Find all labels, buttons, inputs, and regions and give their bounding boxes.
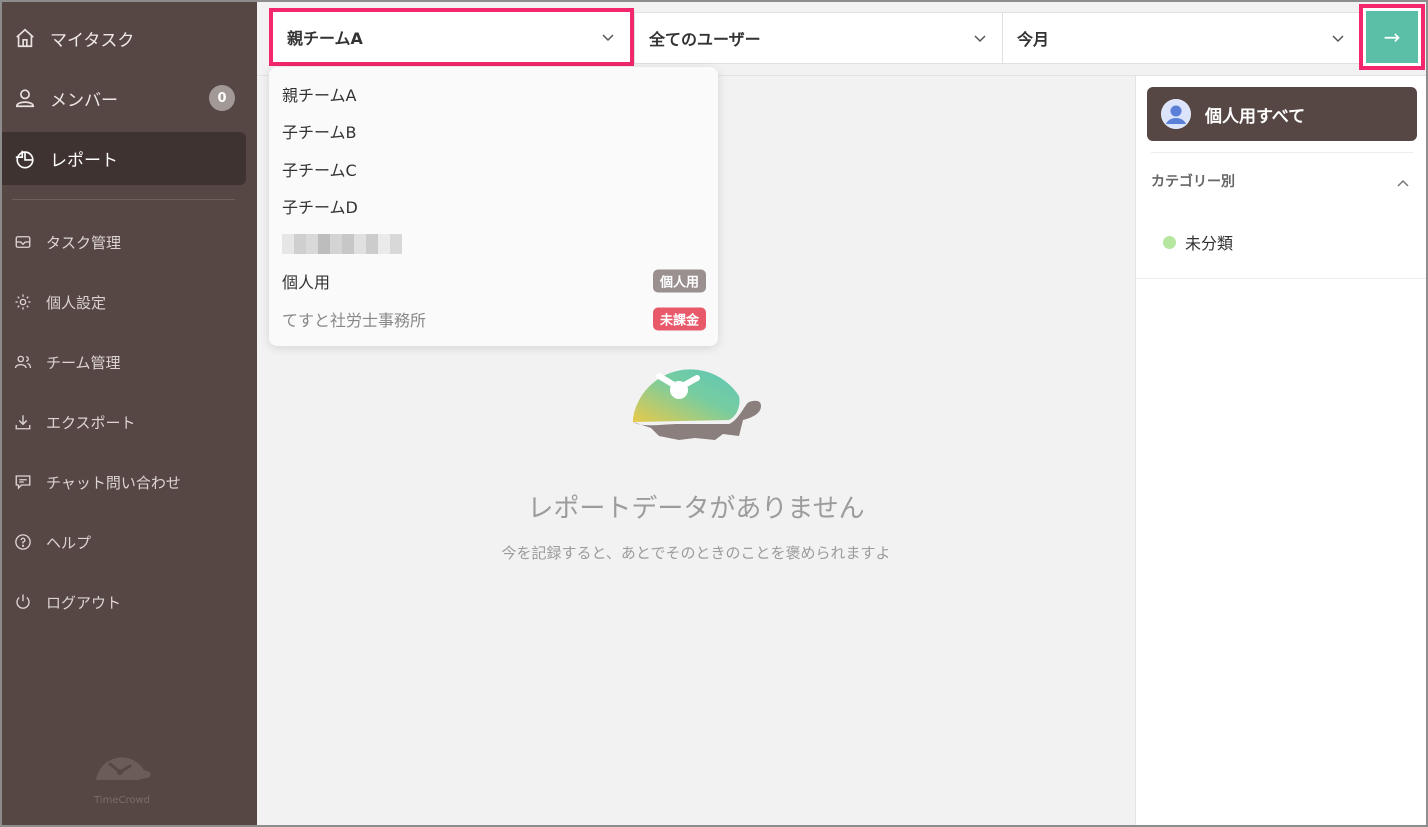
period-select-value: 今月 [1017, 30, 1050, 49]
personal-tag-badge: 個人用 [652, 269, 706, 293]
option-label: 子チームC [282, 160, 357, 180]
logo-text: TimeCrowd [94, 795, 150, 806]
apply-filter-button[interactable]: → [1359, 4, 1425, 70]
option-label: 子チームD [282, 198, 358, 218]
sidebar-divider [12, 199, 235, 200]
sidebar-item-my-tasks[interactable]: マイタスク [0, 8, 257, 68]
report-toolbar: 親チームA 全てのユーザー 今月 → [257, 0, 1428, 76]
sidebar: マイタスク メンバー 0 レポート タスク管理 個人設定 チーム管理 エクスポー… [0, 0, 257, 827]
chevron-down-icon [974, 35, 986, 43]
empty-state-title: レポートデータがありません [527, 494, 865, 524]
category-label: 未分類 [1185, 234, 1234, 253]
sidebar-item-label: メンバー [50, 90, 118, 111]
sidebar-item-label: ログアウト [46, 593, 122, 612]
team-icon [14, 353, 32, 371]
unpaid-tag-badge: 未課金 [652, 307, 706, 331]
chevron-down-icon [602, 34, 614, 42]
divider [1136, 278, 1428, 279]
chevron-down-icon [1332, 35, 1344, 43]
avatar [1161, 99, 1191, 129]
team-dropdown-menu: 親チームA 子チームB 子チームC 子チームD 個人用 個人用 てすと社労士事務… [269, 67, 718, 346]
user-icon [14, 87, 36, 109]
sidebar-item-task-management[interactable]: タスク管理 [0, 212, 257, 272]
gear-icon [14, 293, 32, 311]
category-item[interactable]: 未分類 [1163, 230, 1233, 254]
sidebar-item-label: タスク管理 [46, 233, 122, 252]
empty-state-subtitle: 今を記録すると、あとでそのときのことを褒められますよ [501, 544, 891, 562]
chat-icon [14, 473, 32, 491]
sidebar-item-members[interactable]: メンバー 0 [0, 68, 257, 128]
dropdown-option[interactable]: 子チームD [269, 188, 718, 226]
turtle-clock-illustration [633, 369, 761, 440]
sidebar-item-label: チーム管理 [46, 353, 121, 372]
sidebar-item-personal-settings[interactable]: 個人設定 [0, 272, 257, 332]
turtle-logo-icon [96, 757, 151, 780]
sidebar-item-label: レポート [50, 151, 118, 171]
timecrowd-logo: TimeCrowd [86, 742, 158, 806]
dropdown-option-redacted[interactable] [269, 225, 718, 263]
team-select-value: 親チームA [287, 29, 363, 48]
sidebar-item-label: チャット問い合わせ [46, 473, 181, 492]
sidebar-item-label: ヘルプ [46, 533, 92, 552]
sidebar-item-chat-support[interactable]: チャット問い合わせ [0, 452, 257, 512]
sidebar-item-label: エクスポート [46, 413, 136, 432]
power-icon [14, 593, 32, 611]
period-select[interactable]: 今月 [1002, 12, 1361, 64]
chevron-up-icon[interactable] [1396, 176, 1410, 190]
right-panel: 個人用すべて カテゴリー別 未分類 [1135, 76, 1428, 827]
user-select[interactable]: 全てのユーザー [634, 12, 1003, 64]
personal-all-label: 個人用すべて [1205, 106, 1306, 127]
sidebar-item-help[interactable]: ヘルプ [0, 512, 257, 572]
option-label: 個人用 [282, 273, 331, 293]
option-label: 親チームA [282, 85, 357, 105]
pie-chart-icon [14, 148, 36, 170]
category-header: カテゴリー別 [1151, 174, 1235, 190]
dropdown-option[interactable]: てすと社労士事務所 未課金 [269, 300, 718, 338]
dropdown-option[interactable]: 子チームC [269, 150, 718, 188]
dropdown-option[interactable]: 個人用 個人用 [269, 263, 718, 301]
download-icon [14, 413, 32, 431]
dropdown-option[interactable]: 子チームB [269, 113, 718, 151]
option-label: てすと社労士事務所 [282, 310, 427, 330]
inbox-icon [14, 233, 32, 251]
user-select-value: 全てのユーザー [649, 30, 761, 49]
redacted-blur [282, 233, 402, 254]
arrow-right-icon: → [1366, 11, 1418, 63]
member-count-badge: 0 [209, 85, 235, 111]
category-color-dot [1163, 235, 1176, 249]
team-select[interactable]: 親チームA [269, 8, 634, 66]
sidebar-item-export[interactable]: エクスポート [0, 392, 257, 452]
help-icon [14, 533, 32, 551]
dropdown-option[interactable]: 親チームA [269, 75, 718, 113]
sidebar-item-team-management[interactable]: チーム管理 [0, 332, 257, 392]
personal-all-button[interactable]: 個人用すべて [1147, 87, 1417, 141]
sidebar-secondary-nav: タスク管理 個人設定 チーム管理 エクスポート チャット問い合わせ ヘルプ ログ… [0, 212, 257, 632]
user-avatar-icon [1162, 100, 1190, 128]
sidebar-primary-nav: マイタスク メンバー 0 レポート [0, 0, 257, 185]
home-icon [14, 27, 36, 49]
divider [1151, 152, 1413, 153]
sidebar-item-label: 個人設定 [46, 293, 107, 312]
sidebar-item-report[interactable]: レポート [0, 132, 246, 185]
option-label: 子チームB [282, 123, 357, 143]
sidebar-item-logout[interactable]: ログアウト [0, 572, 257, 632]
sidebar-item-label: マイタスク [50, 30, 135, 51]
